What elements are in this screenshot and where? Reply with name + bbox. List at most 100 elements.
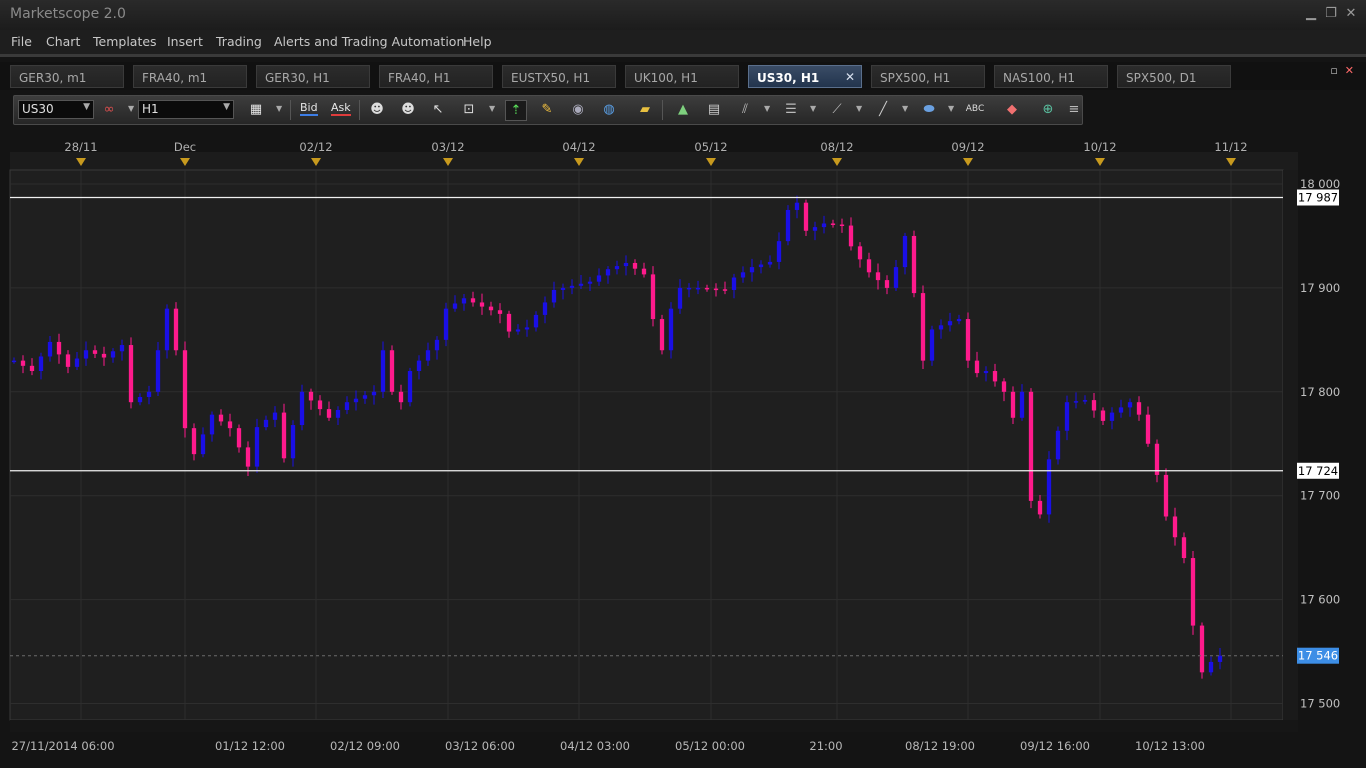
chevron-down-icon[interactable]: ▼ [810,104,816,113]
tab-spx500-d1[interactable]: SPX500, D1 [1117,65,1231,88]
candle-body [218,414,224,422]
top-time-axis [10,152,1298,170]
candle-body [461,298,467,304]
candle-body [992,371,998,382]
tab-ger30-m1[interactable]: GER30, m1 [10,65,124,88]
y-axis-tick-label: 18 000 [1300,177,1340,191]
candle-body [29,365,35,372]
candle-body [407,371,413,403]
menu-trading[interactable]: Trading [216,34,262,49]
tab-close-icon[interactable]: ✕ [845,70,855,84]
minimize-icon[interactable]: ▁ [1301,6,1321,21]
candle-body [344,402,350,410]
candle-body [902,235,908,268]
candle-body [11,360,17,363]
candle-body [695,287,701,290]
symbol-select[interactable]: US30 ▼ [18,100,94,119]
tab-ger30-h1[interactable]: GER30, H1 [256,65,370,88]
horizontal-line-price-label: 17 987 [1298,191,1338,205]
chevron-down-icon[interactable]: ▼ [128,104,134,113]
bid-button[interactable]: Bid [300,101,318,116]
sell-user-icon[interactable]: ☻ [398,100,418,119]
menu-chart[interactable]: Chart [46,34,80,49]
candle-body [587,281,593,284]
window-icon[interactable]: ▤ [704,100,724,119]
ask-button[interactable]: Ask [331,101,351,116]
network-icon[interactable]: ⊕ [1038,100,1058,119]
candle-body [1199,625,1205,673]
bottom-axis-tick-label: 09/12 16:00 [1020,739,1090,753]
tab-eustx50-h1[interactable]: EUSTX50, H1 [502,65,616,88]
trendline-icon[interactable]: ⟋ [827,100,847,119]
chevron-down-icon[interactable]: ▼ [764,104,770,113]
menu-alerts[interactable]: Alerts and Trading Automation [274,34,464,49]
candle-body [605,269,611,276]
timeframe-value: H1 [142,102,159,116]
drawing-icon[interactable]: ✎ [537,100,557,119]
maximize-icon[interactable]: ▫ [1330,64,1337,77]
chevron-down-icon[interactable]: ▼ [856,104,862,113]
close-icon[interactable]: ✕ [1345,64,1354,77]
tab-fra40-h1[interactable]: FRA40, H1 [379,65,493,88]
y-axis-tick-label: 17 700 [1300,489,1340,503]
candle-body [1208,661,1214,673]
candle-body [119,345,125,352]
tab-fra40-m1[interactable]: FRA40, m1 [133,65,247,88]
bottom-axis-tick-label: 08/12 19:00 [905,739,975,753]
candle-body [614,266,620,270]
bottom-axis-tick-label: 05/12 00:00 [675,739,745,753]
menu-help[interactable]: Help [463,34,492,49]
candle-body [1217,655,1223,662]
chevron-down-icon[interactable]: ▼ [489,104,495,113]
candle-body [173,308,179,351]
candle-body [947,321,953,326]
zoom-icon[interactable]: ⊡ [459,100,479,119]
text-tool-icon[interactable]: ABC [965,100,985,119]
candle-body [38,356,44,372]
candle-body [416,360,422,372]
candle-body [371,391,377,396]
title-bar: Marketscope 2.0 ▁ ❐ ✕ [0,0,1366,30]
fibonacci-icon[interactable]: ⫽ [735,100,755,119]
candle-body [470,298,476,303]
candle-body [1136,402,1142,415]
menu-templates[interactable]: Templates [93,34,157,49]
line-tool-icon[interactable]: ╱ [873,100,893,119]
link-icon[interactable]: ∞ [99,100,119,119]
candle-body [1082,400,1088,402]
ruler-icon[interactable]: ▰ [635,100,655,119]
chart-window-icon[interactable]: ▲ [673,100,693,119]
candle-type-icon[interactable]: ▦ [246,100,266,119]
tab-nas100-h1[interactable]: NAS100, H1 [994,65,1108,88]
restore-icon[interactable]: ❐ [1321,6,1341,21]
price-chart[interactable]: 28/11 Dec 02/12 03/12 04/12 05/12 08/12 09/12 10… [0,130,1366,768]
cursor-icon[interactable]: ↖ [428,100,448,119]
candle-body [1046,459,1052,515]
chevron-down-icon[interactable]: ▼ [948,104,954,113]
chevron-down-icon[interactable]: ▼ [276,104,282,113]
ellipse-icon[interactable]: ⬬ [919,100,939,119]
tab-uk100-h1[interactable]: UK100, H1 [625,65,739,88]
close-icon[interactable]: ✕ [1341,6,1361,21]
tab-label: FRA40, m1 [142,71,208,85]
candle-body [623,262,629,267]
globe-icon[interactable]: ◍ [599,100,619,119]
tab-us30-h1[interactable]: US30, H1 ✕ [748,65,862,88]
candle-body [641,268,647,275]
candle-body [191,428,197,455]
channel-icon[interactable]: ☰ [781,100,801,119]
menu-insert[interactable]: Insert [167,34,203,49]
chevron-down-icon: ▼ [223,102,230,112]
chevron-down-icon[interactable]: ▼ [902,104,908,113]
buy-user-icon[interactable]: ☻ [367,100,387,119]
top-axis-tick-label: Dec [174,140,196,154]
crosshair-icon[interactable]: ⇡ [505,100,527,121]
eye-icon[interactable]: ◉ [568,100,588,119]
candle-body [101,353,107,358]
list-icon[interactable]: ≡ [1064,100,1084,119]
bottom-scroll-area [10,720,1298,732]
eraser-icon[interactable]: ◆ [1002,100,1022,119]
timeframe-select[interactable]: H1 ▼ [138,100,234,119]
menu-file[interactable]: File [11,34,32,49]
tab-spx500-h1[interactable]: SPX500, H1 [871,65,985,88]
